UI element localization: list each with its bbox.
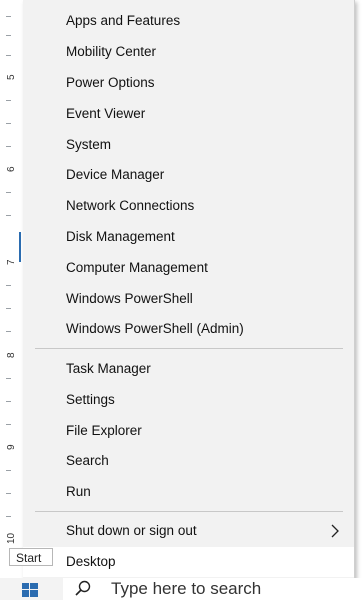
menu-separator [35,348,343,349]
ruler-label: 7 [6,259,17,265]
menu-item-settings[interactable]: Settings [23,385,354,415]
menu-item-shut-down-or-sign-out[interactable]: Shut down or sign out [23,516,354,546]
ruler-tick [6,16,11,17]
winx-context-menu: Apps and Features Mobility Center Power … [23,0,355,583]
menu-item-power-options[interactable]: Power Options [23,68,354,98]
menu-item-desktop[interactable]: Desktop [23,547,354,577]
chevron-right-icon [331,524,339,538]
start-tooltip: Start [9,548,53,566]
ruler-tick [6,470,11,471]
menu-item-label: Search [66,453,109,468]
ruler-tick [6,146,11,147]
windows-start-icon[interactable] [22,583,38,597]
menu-item-computer-management[interactable]: Computer Management [23,253,354,283]
ruler-tick [6,123,11,124]
menu-item-label: Power Options [66,75,155,90]
search-placeholder: Type here to search [111,579,262,598]
taskbar-search-box[interactable]: Type here to search [63,578,364,600]
ruler-tick [6,55,11,56]
menu-separator [35,511,343,512]
menu-item-system[interactable]: System [23,130,354,160]
menu-item-label: Shut down or sign out [66,523,197,538]
menu-item-mobility-center[interactable]: Mobility Center [23,37,354,67]
menu-item-network-connections[interactable]: Network Connections [23,191,354,221]
ruler-tick [6,192,11,193]
ruler-label: 6 [6,166,17,172]
menu-item-device-manager[interactable]: Device Manager [23,160,354,190]
menu-item-label: Windows PowerShell [66,291,193,306]
menu-item-label: Disk Management [66,229,175,244]
vertical-ruler: 5 6 7 8 9 10 [0,0,22,578]
menu-item-task-manager[interactable]: Task Manager [23,354,354,384]
ruler-margin-marker [19,232,21,262]
menu-item-windows-powershell-admin[interactable]: Windows PowerShell (Admin) [23,314,354,344]
ruler-label: 10 [6,532,17,544]
ruler-tick [6,100,11,101]
ruler-tick [6,215,11,216]
ruler-label: 8 [6,352,17,358]
menu-item-label: System [66,137,112,152]
menu-item-label: Event Viewer [66,106,146,121]
ruler-label: 9 [6,444,17,450]
menu-item-label: Network Connections [66,198,195,213]
ruler-tick [6,378,11,379]
menu-item-label: File Explorer [66,423,142,438]
menu-item-label: Computer Management [66,260,208,275]
ruler-tick [6,493,11,494]
ruler-tick [6,331,11,332]
menu-item-label: Device Manager [66,167,165,182]
ruler-label: 5 [6,74,17,80]
menu-item-label: Windows PowerShell (Admin) [66,321,244,336]
menu-item-search[interactable]: Search [23,446,354,476]
menu-item-disk-management[interactable]: Disk Management [23,222,354,252]
ruler-tick [6,308,11,309]
ruler-tick [6,35,11,36]
search-icon [75,580,91,596]
menu-item-apps-and-features[interactable]: Apps and Features [23,6,354,36]
ruler-tick [6,424,11,425]
menu-item-label: Settings [66,392,115,407]
ruler-tick [6,285,11,286]
menu-item-label: Task Manager [66,361,151,376]
menu-item-file-explorer[interactable]: File Explorer [23,416,354,446]
menu-item-label: Mobility Center [66,44,157,59]
menu-item-label: Apps and Features [66,13,181,28]
menu-item-event-viewer[interactable]: Event Viewer [23,99,354,129]
ruler-tick [6,401,11,402]
ruler-tick [6,516,11,517]
menu-item-label: Run [66,484,91,499]
menu-item-windows-powershell[interactable]: Windows PowerShell [23,284,354,314]
menu-item-label: Desktop [66,554,116,569]
menu-item-run[interactable]: Run [23,477,354,507]
